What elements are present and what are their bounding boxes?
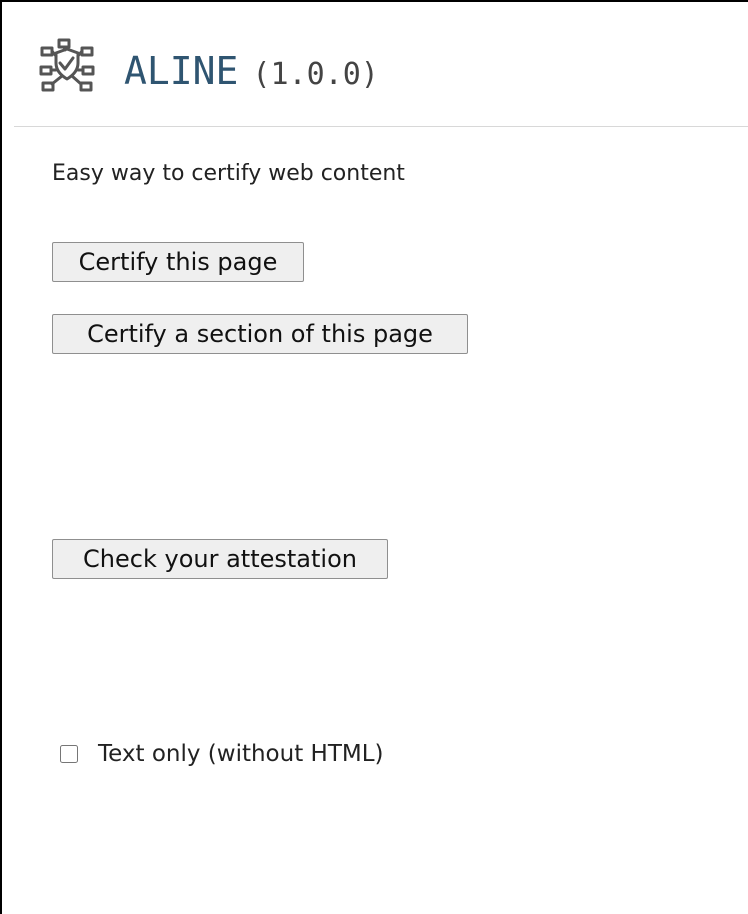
app-name: ALINE [124, 49, 239, 93]
text-only-option[interactable]: Text only (without HTML) [60, 734, 384, 774]
check-attestation-button[interactable]: Check your attestation [52, 539, 388, 579]
extension-popup: ALINE (1.0.0) Easy way to certify web con… [0, 0, 748, 914]
header: ALINE (1.0.0) [14, 4, 748, 127]
certify-section-button[interactable]: Certify a section of this page [52, 314, 468, 354]
app-title: ALINE (1.0.0) [124, 42, 379, 104]
certificate-shield-network-icon [39, 38, 95, 92]
tagline: Easy way to certify web content [52, 161, 405, 186]
text-only-checkbox[interactable] [60, 745, 78, 763]
certify-page-button[interactable]: Certify this page [52, 242, 304, 282]
app-version: (1.0.0) [252, 57, 379, 92]
text-only-label: Text only (without HTML) [98, 741, 384, 767]
